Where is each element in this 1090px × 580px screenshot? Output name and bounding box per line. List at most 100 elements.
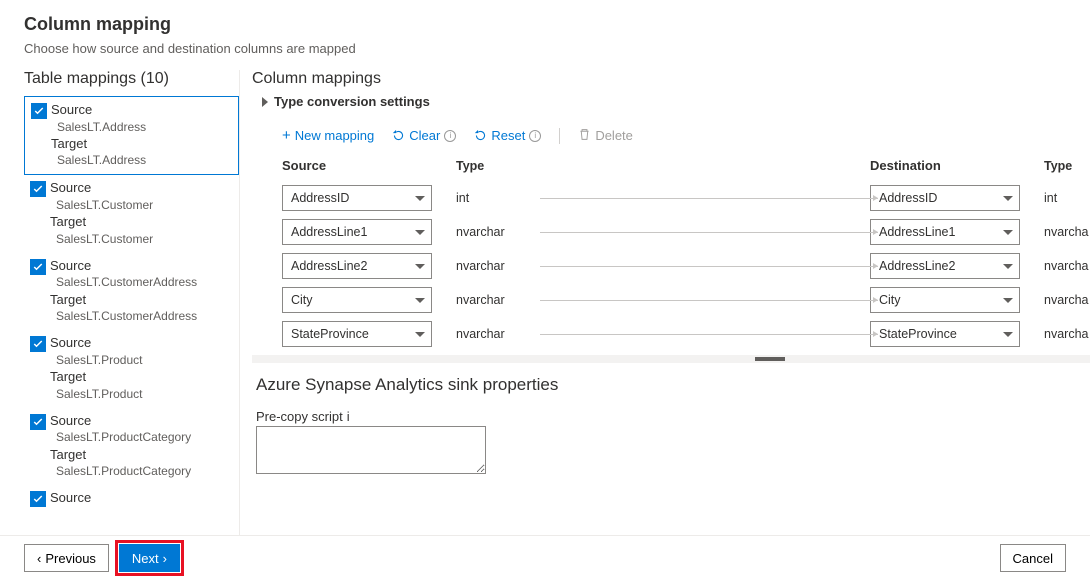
chevron-down-icon	[1003, 196, 1013, 201]
source-type: nvarchar	[442, 225, 532, 239]
chevron-down-icon	[1003, 230, 1013, 235]
destination-column-select[interactable]: AddressID	[870, 185, 1020, 211]
mapping-connector	[540, 232, 878, 233]
target-label: Target	[50, 368, 233, 386]
source-label: Source	[50, 179, 233, 197]
chevron-down-icon	[415, 230, 425, 235]
source-type: nvarchar	[442, 259, 532, 273]
info-icon: i	[444, 130, 456, 142]
page-title: Column mapping	[24, 14, 1066, 35]
previous-button[interactable]: ‹ Previous	[24, 544, 109, 572]
source-column-select[interactable]: AddressLine1	[282, 219, 432, 245]
chevron-down-icon	[415, 264, 425, 269]
sink-properties-title: Azure Synapse Analytics sink properties	[256, 375, 1090, 395]
destination-column-select[interactable]: AddressLine2	[870, 253, 1020, 279]
pre-copy-script-label: Pre-copy script	[256, 409, 343, 424]
source-label: Source	[50, 334, 233, 352]
destination-column-select[interactable]: AddressLine1	[870, 219, 1020, 245]
next-button[interactable]: Next ›	[119, 544, 180, 572]
trash-icon	[578, 128, 591, 144]
chevron-down-icon	[415, 332, 425, 337]
new-mapping-button[interactable]: New mapping	[282, 127, 374, 144]
checkbox-icon[interactable]	[31, 103, 47, 119]
info-icon: i	[529, 130, 541, 142]
target-table: SalesLT.ProductCategory	[50, 463, 233, 479]
target-table: SalesLT.Address	[51, 152, 232, 168]
destination-type: nvarcha	[1030, 327, 1090, 341]
table-mapping-item[interactable]: Source SalesLT.ProductCategory Target Sa…	[24, 408, 239, 485]
source-column-select[interactable]: AddressID	[282, 185, 432, 211]
clear-button[interactable]: Clear i	[392, 128, 456, 143]
destination-type: nvarcha	[1030, 259, 1090, 273]
source-table: SalesLT.Address	[51, 119, 232, 135]
source-type: int	[442, 191, 532, 205]
reset-button[interactable]: Reset i	[474, 128, 541, 143]
chevron-down-icon	[415, 196, 425, 201]
target-label: Target	[50, 291, 233, 309]
checkbox-icon[interactable]	[30, 414, 46, 430]
horizontal-scrollbar[interactable]	[252, 355, 1090, 363]
source-column-select[interactable]: City	[282, 287, 432, 313]
column-mappings-title: Column mappings	[252, 70, 1090, 88]
chevron-right-icon	[262, 97, 268, 107]
target-table: SalesLT.Product	[50, 386, 233, 402]
table-mapping-item[interactable]: Source SalesLT.CustomerAddress Target Sa…	[24, 253, 239, 330]
chevron-down-icon	[1003, 332, 1013, 337]
source-column-select[interactable]: AddressLine2	[282, 253, 432, 279]
col-header-type: Type	[442, 159, 532, 173]
chevron-left-icon: ‹	[37, 551, 41, 566]
mapping-connector	[540, 300, 878, 301]
mapping-row: City nvarchar City nvarcha	[282, 283, 1090, 317]
pre-copy-script-input[interactable]	[256, 426, 486, 474]
mapping-row: AddressID int AddressID int	[282, 181, 1090, 215]
table-mapping-item[interactable]: Source	[24, 485, 239, 513]
info-icon: i	[347, 409, 350, 424]
destination-type: nvarcha	[1030, 225, 1090, 239]
mapping-row: AddressLine1 nvarchar AddressLine1 nvarc…	[282, 215, 1090, 249]
table-mapping-item[interactable]: Source SalesLT.Address Target SalesLT.Ad…	[24, 96, 239, 175]
checkbox-icon[interactable]	[30, 259, 46, 275]
delete-button: Delete	[578, 128, 633, 144]
source-label: Source	[50, 257, 233, 275]
destination-column-select[interactable]: City	[870, 287, 1020, 313]
chevron-down-icon	[1003, 298, 1013, 303]
reset-icon	[474, 129, 487, 142]
plus-icon	[282, 127, 291, 144]
source-label: Source	[50, 412, 233, 430]
clear-icon	[392, 129, 405, 142]
source-column-select[interactable]: StateProvince	[282, 321, 432, 347]
source-table: SalesLT.Customer	[50, 197, 233, 213]
page-subtitle: Choose how source and destination column…	[24, 41, 1066, 56]
target-table: SalesLT.Customer	[50, 231, 233, 247]
table-mapping-item[interactable]: Source SalesLT.Product Target SalesLT.Pr…	[24, 330, 239, 407]
destination-column-select[interactable]: StateProvince	[870, 321, 1020, 347]
mapping-row: StateProvince nvarchar StateProvince nva…	[282, 317, 1090, 351]
target-label: Target	[50, 446, 233, 464]
checkbox-icon[interactable]	[30, 336, 46, 352]
checkbox-icon[interactable]	[30, 491, 46, 507]
source-type: nvarchar	[442, 293, 532, 307]
target-label: Target	[50, 213, 233, 231]
chevron-right-icon: ›	[163, 551, 167, 566]
target-table: SalesLT.CustomerAddress	[50, 308, 233, 324]
source-table: SalesLT.ProductCategory	[50, 429, 233, 445]
source-type: nvarchar	[442, 327, 532, 341]
cancel-button[interactable]: Cancel	[1000, 544, 1066, 572]
col-header-source: Source	[282, 158, 442, 173]
destination-type: nvarcha	[1030, 293, 1090, 307]
divider	[559, 128, 560, 144]
chevron-down-icon	[415, 298, 425, 303]
mapping-connector	[540, 266, 878, 267]
destination-type: int	[1030, 191, 1090, 205]
type-conversion-toggle[interactable]: Type conversion settings	[252, 94, 1090, 109]
checkbox-icon[interactable]	[30, 181, 46, 197]
source-label: Source	[51, 101, 232, 119]
col-header-type2: Type	[1030, 159, 1090, 173]
table-mapping-item[interactable]: Source SalesLT.Customer Target SalesLT.C…	[24, 175, 239, 252]
mapping-connector	[540, 198, 878, 199]
source-label: Source	[50, 489, 233, 507]
chevron-down-icon	[1003, 264, 1013, 269]
table-mappings-title: Table mappings (10)	[24, 70, 239, 88]
source-table: SalesLT.CustomerAddress	[50, 274, 233, 290]
source-table: SalesLT.Product	[50, 352, 233, 368]
